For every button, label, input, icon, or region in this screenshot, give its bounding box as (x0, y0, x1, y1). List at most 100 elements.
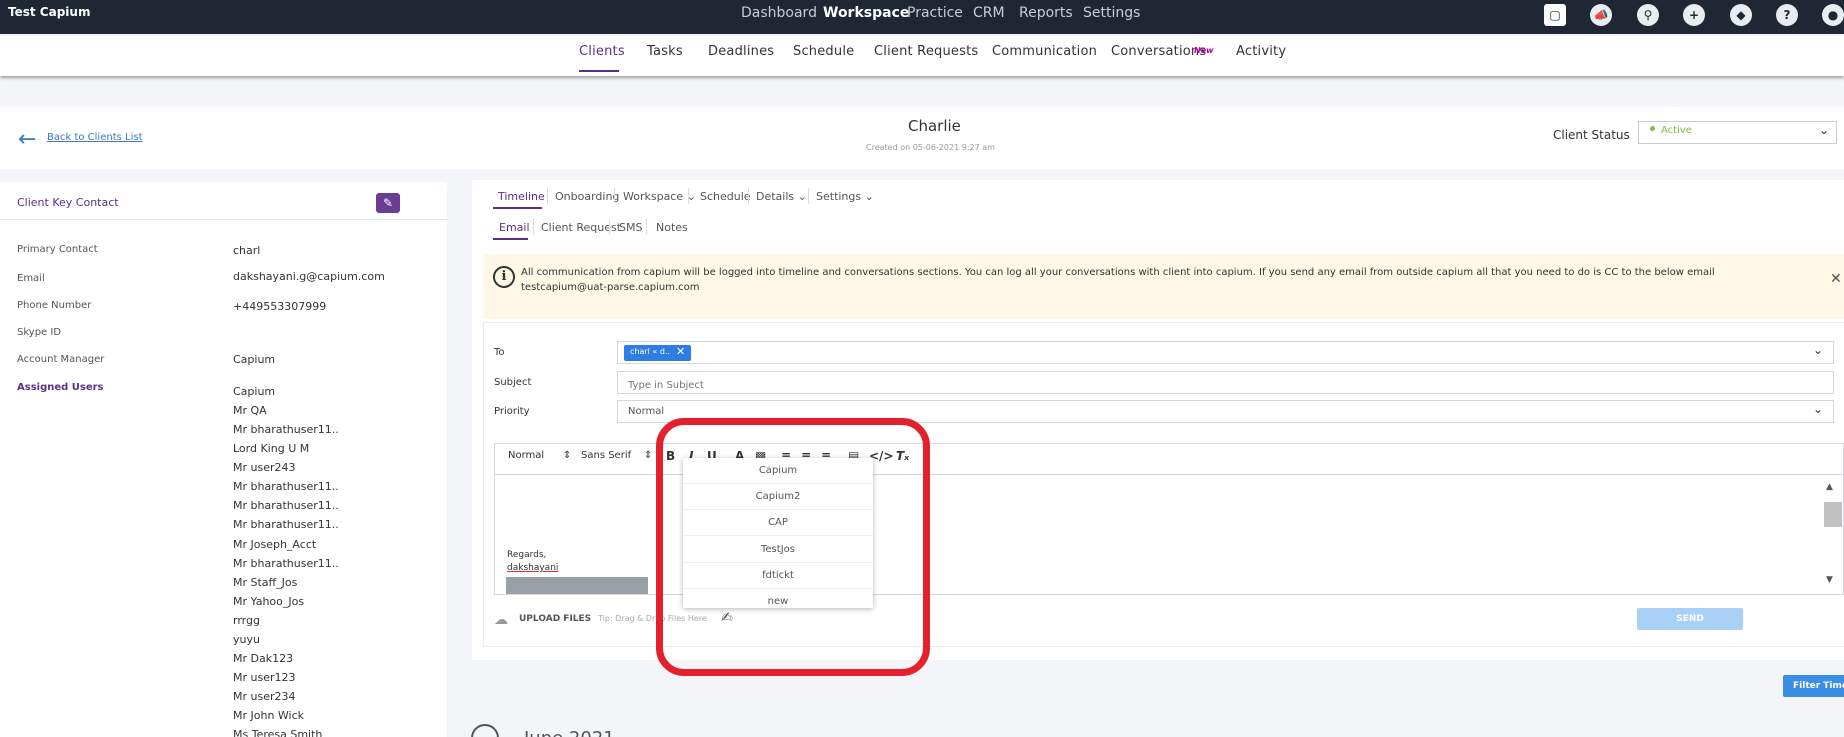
tag-icon[interactable]: ◆ (1730, 4, 1752, 26)
tab-separator (609, 219, 610, 235)
help-icon[interactable]: ? (1776, 4, 1798, 26)
tab-workspace[interactable]: Workspace ⌄ (623, 190, 696, 203)
tab-settings[interactable]: Settings ⌄ (816, 190, 874, 203)
filter-timeline-button[interactable]: Filter Timeline (1783, 675, 1844, 697)
signature-regards: Regards, (507, 550, 547, 560)
key-contact-title: Client Key Contact (17, 196, 119, 209)
close-icon[interactable]: ✕ (1830, 271, 1842, 287)
nav-reports[interactable]: Reports (1019, 5, 1073, 21)
subnav-deadlines[interactable]: Deadlines (708, 44, 774, 59)
nav-workspace[interactable]: Workspace (823, 5, 909, 21)
timeline-toggle-icon[interactable] (471, 724, 499, 737)
assigned-user: Mr John Wick (233, 709, 305, 722)
chevron-down-icon: ⌄ (797, 190, 807, 203)
active-tab-underline (579, 70, 619, 72)
tab-schedule[interactable]: Schedule (700, 190, 751, 203)
client-key-contact-panel (0, 182, 447, 737)
nav-dashboard[interactable]: Dashboard (741, 5, 817, 21)
phone-value: +449553307999 (233, 300, 327, 313)
tab-separator (646, 219, 647, 235)
user-icon[interactable]: ● (1822, 4, 1844, 26)
nav-settings[interactable]: Settings (1083, 5, 1140, 21)
chevron-down-icon[interactable]: ⌄ (1819, 123, 1829, 137)
client-status-label: Client Status (1553, 128, 1630, 142)
subject-input[interactable] (617, 371, 1834, 394)
chevron-down-icon[interactable]: ⌄ (1813, 402, 1823, 416)
subject-label: Subject (494, 377, 532, 388)
assigned-user: Mr bharathuser11.. (233, 499, 339, 512)
search-icon[interactable]: ⚲ (1637, 4, 1659, 26)
subnav-conversations[interactable]: Conversations (1111, 44, 1206, 59)
assigned-user: rrrgg (233, 614, 260, 627)
scrollbar-thumb[interactable] (1824, 502, 1842, 527)
timeline-month: June 2021 (524, 728, 615, 737)
status-dot-icon (1650, 126, 1655, 131)
assigned-user: Mr Staff_Jos (233, 576, 298, 589)
assigned-user: Mr Joseph_Acct (233, 538, 317, 551)
tab-settings-label: Settings (816, 190, 862, 203)
updown-icon[interactable]: ⇕ (563, 450, 571, 461)
send-button[interactable]: SEND (1637, 608, 1743, 630)
client-status-select[interactable]: Active (1638, 121, 1837, 144)
assigned-user: Mr user243 (233, 461, 296, 474)
assigned-user: Mr bharathuser11.. (233, 480, 339, 493)
subnav-communication[interactable]: Communication (992, 44, 1097, 59)
pencil-icon: ✎ (382, 196, 394, 210)
created-date: Created on 05-06-2021 9:27 am (866, 143, 995, 152)
cloud-upload-icon[interactable]: ☁ (494, 612, 508, 628)
tab-sms[interactable]: SMS (619, 221, 642, 234)
edit-contact-button[interactable]: ✎ (376, 193, 400, 213)
tab-email[interactable]: Email (499, 221, 530, 234)
nav-practice[interactable]: Practice (907, 5, 963, 21)
tab-separator (808, 188, 809, 204)
back-to-clients-link[interactable]: Back to Clients List (47, 132, 143, 143)
skype-label: Skype ID (17, 327, 62, 338)
brand-name[interactable]: Test Capium (8, 5, 90, 19)
primary-contact-value: charl (233, 244, 261, 257)
assigned-user: Capium (233, 385, 276, 398)
back-arrow-icon[interactable]: ← (18, 127, 36, 152)
tab-underline (493, 207, 542, 209)
to-input[interactable] (617, 341, 1834, 364)
subnav-schedule[interactable]: Schedule (793, 44, 854, 59)
plus-icon[interactable]: + (1683, 4, 1705, 26)
subnav-tasks[interactable]: Tasks (647, 44, 683, 59)
scroll-down-icon[interactable]: ▼ (1826, 575, 1833, 585)
new-badge: New (1194, 46, 1214, 55)
highlight-annotation (656, 418, 930, 676)
subnav-client-requests[interactable]: Client Requests (874, 44, 978, 59)
assigned-user: Mr bharathuser11.. (233, 518, 339, 531)
tab-workspace-label: Workspace (623, 190, 684, 203)
tab-separator (547, 188, 548, 204)
updown-icon[interactable]: ⇕ (644, 450, 652, 461)
assigned-user: Mr Yahoo_Jos (233, 595, 305, 608)
assigned-user: Ms Teresa Smith (233, 728, 323, 737)
megaphone-icon[interactable]: 📣 (1590, 4, 1612, 26)
subnav-activity[interactable]: Activity (1236, 44, 1286, 59)
assigned-user: Mr QA (233, 404, 267, 417)
tab-details[interactable]: Details ⌄ (756, 190, 807, 203)
account-manager-value: Capium (233, 353, 276, 366)
tab-separator (748, 188, 749, 204)
tab-details-label: Details (756, 190, 795, 203)
font-select[interactable]: Sans Serif (581, 450, 631, 461)
email-label: Email (17, 273, 45, 284)
assigned-user: Mr bharathuser11.. (233, 557, 339, 570)
scroll-up-icon[interactable]: ▲ (1826, 482, 1833, 492)
info-icon: i (493, 266, 515, 288)
signature-name: dakshayani (507, 563, 559, 573)
upload-files-button[interactable]: UPLOAD FILES (519, 614, 591, 624)
size-select[interactable]: Normal (508, 450, 544, 461)
assigned-user: Mr bharathuser11.. (233, 423, 339, 436)
tab-onboarding[interactable]: Onboarding (555, 190, 619, 203)
chevron-down-icon[interactable]: ⌄ (1813, 343, 1823, 357)
panel-divider (0, 219, 447, 220)
priority-label: Priority (494, 406, 530, 417)
assigned-user: yuyu (233, 633, 260, 646)
square-icon[interactable]: ▢ (1544, 4, 1566, 26)
tab-timeline[interactable]: Timeline (498, 190, 545, 203)
tab-notes[interactable]: Notes (656, 221, 688, 234)
remove-recipient-icon[interactable]: ✕ (676, 345, 685, 358)
nav-crm[interactable]: CRM (973, 5, 1005, 21)
subnav-clients[interactable]: Clients (579, 44, 625, 59)
